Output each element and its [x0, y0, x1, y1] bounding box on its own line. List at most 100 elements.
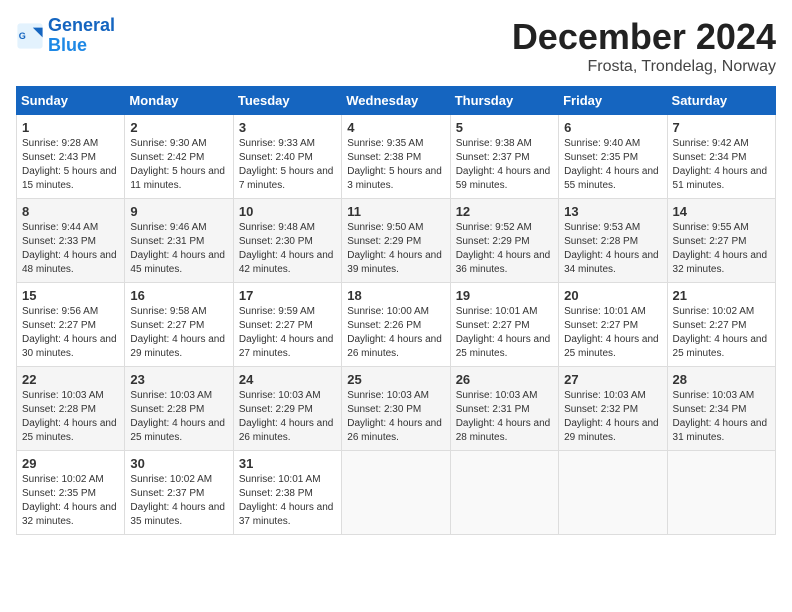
sunset-label: Sunset: 2:27 PM: [673, 320, 747, 331]
calendar-cell: 11 Sunrise: 9:50 AM Sunset: 2:29 PM Dayl…: [342, 199, 450, 283]
daylight-label: Daylight: 4 hours and 32 minutes.: [673, 250, 768, 275]
sunset-label: Sunset: 2:28 PM: [564, 236, 638, 247]
sunrise-label: Sunrise: 9:42 AM: [673, 138, 749, 149]
daylight-label: Daylight: 5 hours and 3 minutes.: [347, 166, 442, 191]
daylight-label: Daylight: 4 hours and 51 minutes.: [673, 166, 768, 191]
sunrise-label: Sunrise: 9:33 AM: [239, 138, 315, 149]
calendar-weekday-sunday: Sunday: [17, 87, 125, 115]
calendar-cell: 29 Sunrise: 10:02 AM Sunset: 2:35 PM Day…: [17, 451, 125, 535]
day-info: Sunrise: 10:02 AM Sunset: 2:27 PM Daylig…: [673, 305, 770, 361]
day-info: Sunrise: 9:52 AM Sunset: 2:29 PM Dayligh…: [456, 221, 553, 277]
day-number: 19: [456, 288, 553, 303]
day-info: Sunrise: 10:01 AM Sunset: 2:27 PM Daylig…: [564, 305, 661, 361]
day-info: Sunrise: 9:58 AM Sunset: 2:27 PM Dayligh…: [130, 305, 227, 361]
calendar-cell: 8 Sunrise: 9:44 AM Sunset: 2:33 PM Dayli…: [17, 199, 125, 283]
sunset-label: Sunset: 2:27 PM: [130, 320, 204, 331]
sunrise-label: Sunrise: 10:01 AM: [456, 306, 538, 317]
day-info: Sunrise: 9:40 AM Sunset: 2:35 PM Dayligh…: [564, 137, 661, 193]
calendar-cell: [342, 451, 450, 535]
sunset-label: Sunset: 2:27 PM: [564, 320, 638, 331]
calendar-week-row: 1 Sunrise: 9:28 AM Sunset: 2:43 PM Dayli…: [17, 115, 776, 199]
sunset-label: Sunset: 2:38 PM: [347, 152, 421, 163]
sunrise-label: Sunrise: 9:53 AM: [564, 222, 640, 233]
day-info: Sunrise: 10:03 AM Sunset: 2:34 PM Daylig…: [673, 389, 770, 445]
daylight-label: Daylight: 4 hours and 32 minutes.: [22, 502, 117, 527]
day-number: 30: [130, 456, 227, 471]
day-number: 2: [130, 120, 227, 135]
day-info: Sunrise: 9:48 AM Sunset: 2:30 PM Dayligh…: [239, 221, 336, 277]
title-section: December 2024 Frosta, Trondelag, Norway: [512, 16, 776, 76]
logo: G General Blue: [16, 16, 115, 56]
day-number: 10: [239, 204, 336, 219]
daylight-label: Daylight: 5 hours and 7 minutes.: [239, 166, 334, 191]
calendar-cell: 7 Sunrise: 9:42 AM Sunset: 2:34 PM Dayli…: [667, 115, 775, 199]
calendar-cell: 4 Sunrise: 9:35 AM Sunset: 2:38 PM Dayli…: [342, 115, 450, 199]
day-number: 29: [22, 456, 119, 471]
calendar-cell: 13 Sunrise: 9:53 AM Sunset: 2:28 PM Dayl…: [559, 199, 667, 283]
sunset-label: Sunset: 2:28 PM: [22, 404, 96, 415]
day-number: 6: [564, 120, 661, 135]
sunrise-label: Sunrise: 9:40 AM: [564, 138, 640, 149]
calendar-weekday-saturday: Saturday: [667, 87, 775, 115]
day-number: 12: [456, 204, 553, 219]
daylight-label: Daylight: 4 hours and 34 minutes.: [564, 250, 659, 275]
calendar-week-row: 22 Sunrise: 10:03 AM Sunset: 2:28 PM Day…: [17, 367, 776, 451]
calendar-cell: 12 Sunrise: 9:52 AM Sunset: 2:29 PM Dayl…: [450, 199, 558, 283]
sunset-label: Sunset: 2:27 PM: [22, 320, 96, 331]
calendar-weekday-friday: Friday: [559, 87, 667, 115]
calendar-weekday-wednesday: Wednesday: [342, 87, 450, 115]
day-number: 24: [239, 372, 336, 387]
calendar-table: SundayMondayTuesdayWednesdayThursdayFrid…: [16, 86, 776, 535]
calendar-cell: 1 Sunrise: 9:28 AM Sunset: 2:43 PM Dayli…: [17, 115, 125, 199]
day-info: Sunrise: 10:03 AM Sunset: 2:28 PM Daylig…: [22, 389, 119, 445]
sunset-label: Sunset: 2:37 PM: [130, 488, 204, 499]
daylight-label: Daylight: 4 hours and 35 minutes.: [130, 502, 225, 527]
day-number: 17: [239, 288, 336, 303]
sunrise-label: Sunrise: 9:35 AM: [347, 138, 423, 149]
day-info: Sunrise: 10:00 AM Sunset: 2:26 PM Daylig…: [347, 305, 444, 361]
calendar-cell: 9 Sunrise: 9:46 AM Sunset: 2:31 PM Dayli…: [125, 199, 233, 283]
day-info: Sunrise: 10:03 AM Sunset: 2:30 PM Daylig…: [347, 389, 444, 445]
sunset-label: Sunset: 2:33 PM: [22, 236, 96, 247]
sunset-label: Sunset: 2:27 PM: [673, 236, 747, 247]
sunset-label: Sunset: 2:34 PM: [673, 152, 747, 163]
sunset-label: Sunset: 2:42 PM: [130, 152, 204, 163]
day-info: Sunrise: 9:53 AM Sunset: 2:28 PM Dayligh…: [564, 221, 661, 277]
calendar-cell: 10 Sunrise: 9:48 AM Sunset: 2:30 PM Dayl…: [233, 199, 341, 283]
day-info: Sunrise: 9:59 AM Sunset: 2:27 PM Dayligh…: [239, 305, 336, 361]
daylight-label: Daylight: 4 hours and 36 minutes.: [456, 250, 551, 275]
calendar-cell: 6 Sunrise: 9:40 AM Sunset: 2:35 PM Dayli…: [559, 115, 667, 199]
calendar-cell: 25 Sunrise: 10:03 AM Sunset: 2:30 PM Day…: [342, 367, 450, 451]
header: G General Blue December 2024 Frosta, Tro…: [16, 16, 776, 76]
sunrise-label: Sunrise: 10:03 AM: [456, 390, 538, 401]
calendar-cell: 26 Sunrise: 10:03 AM Sunset: 2:31 PM Day…: [450, 367, 558, 451]
calendar-week-row: 29 Sunrise: 10:02 AM Sunset: 2:35 PM Day…: [17, 451, 776, 535]
sunset-label: Sunset: 2:32 PM: [564, 404, 638, 415]
day-info: Sunrise: 9:33 AM Sunset: 2:40 PM Dayligh…: [239, 137, 336, 193]
daylight-label: Daylight: 4 hours and 55 minutes.: [564, 166, 659, 191]
day-info: Sunrise: 9:44 AM Sunset: 2:33 PM Dayligh…: [22, 221, 119, 277]
day-number: 20: [564, 288, 661, 303]
day-number: 25: [347, 372, 444, 387]
sunset-label: Sunset: 2:30 PM: [239, 236, 313, 247]
daylight-label: Daylight: 4 hours and 26 minutes.: [239, 418, 334, 443]
calendar-cell: [450, 451, 558, 535]
sunset-label: Sunset: 2:28 PM: [130, 404, 204, 415]
day-info: Sunrise: 9:46 AM Sunset: 2:31 PM Dayligh…: [130, 221, 227, 277]
sunset-label: Sunset: 2:27 PM: [239, 320, 313, 331]
page-title: December 2024: [512, 16, 776, 58]
sunrise-label: Sunrise: 10:01 AM: [239, 474, 321, 485]
daylight-label: Daylight: 4 hours and 42 minutes.: [239, 250, 334, 275]
svg-text:G: G: [19, 31, 26, 41]
calendar-cell: 20 Sunrise: 10:01 AM Sunset: 2:27 PM Day…: [559, 283, 667, 367]
day-info: Sunrise: 10:01 AM Sunset: 2:38 PM Daylig…: [239, 473, 336, 529]
calendar-cell: 28 Sunrise: 10:03 AM Sunset: 2:34 PM Day…: [667, 367, 775, 451]
sunset-label: Sunset: 2:29 PM: [239, 404, 313, 415]
day-number: 21: [673, 288, 770, 303]
sunset-label: Sunset: 2:30 PM: [347, 404, 421, 415]
sunset-label: Sunset: 2:29 PM: [456, 236, 530, 247]
sunrise-label: Sunrise: 9:50 AM: [347, 222, 423, 233]
sunrise-label: Sunrise: 9:30 AM: [130, 138, 206, 149]
daylight-label: Daylight: 4 hours and 28 minutes.: [456, 418, 551, 443]
daylight-label: Daylight: 5 hours and 15 minutes.: [22, 166, 117, 191]
